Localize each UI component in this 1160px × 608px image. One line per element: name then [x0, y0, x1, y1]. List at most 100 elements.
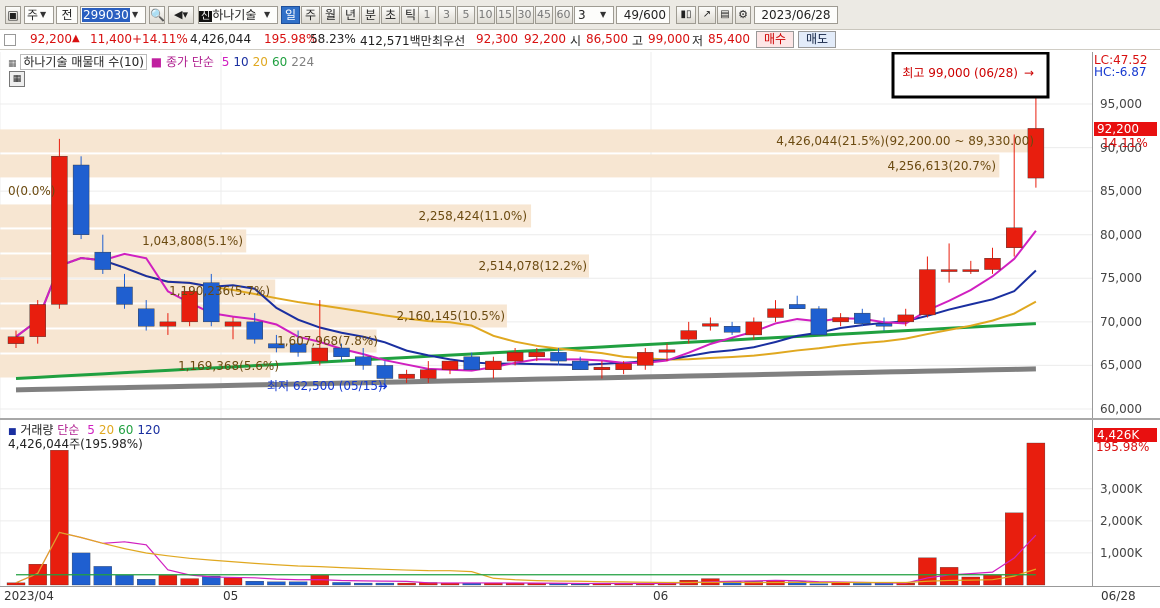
- count-input[interactable]: 49/600: [616, 6, 670, 24]
- save-icon[interactable]: ▤: [717, 6, 733, 24]
- high-note: 최고 99,000 (06/28): [902, 66, 1018, 80]
- candle[interactable]: [51, 138, 68, 309]
- market-select[interactable]: 주 ▼: [24, 6, 54, 24]
- ma-period-label: 20: [252, 55, 268, 69]
- candle[interactable]: [723, 321, 741, 335]
- candle[interactable]: [810, 306, 828, 336]
- candle[interactable]: [984, 247, 1001, 274]
- volume-bar[interactable]: [71, 552, 91, 586]
- candle[interactable]: [875, 317, 893, 331]
- volume-bar[interactable]: [288, 581, 308, 586]
- volume-bar[interactable]: [158, 575, 178, 586]
- volume-tick-label: 1,000K: [1100, 545, 1143, 560]
- volume-bar[interactable]: [6, 582, 26, 586]
- volume-bar[interactable]: [809, 583, 829, 586]
- candle[interactable]: [702, 317, 719, 331]
- interval-button[interactable]: 30: [515, 6, 534, 24]
- candle[interactable]: [116, 273, 133, 309]
- volume-bar[interactable]: [223, 577, 243, 586]
- candle[interactable]: [745, 317, 762, 340]
- ma-period-legend: 5 10 20 60 224: [218, 55, 314, 69]
- volume-bar[interactable]: [50, 450, 69, 586]
- date-axis[interactable]: 2023/04 05 06 06/28: [0, 586, 1160, 608]
- candle[interactable]: [940, 243, 958, 283]
- candle-body: [29, 304, 46, 337]
- volume-bar[interactable]: [397, 582, 416, 586]
- period-tab[interactable]: 분: [361, 6, 380, 24]
- interval-button[interactable]: 60: [554, 6, 573, 24]
- date-input[interactable]: 2023/06/28: [754, 6, 838, 24]
- search-icon[interactable]: 🔍: [149, 6, 165, 24]
- volume-bar[interactable]: [354, 582, 373, 586]
- candle-type-icon[interactable]: ▮▯: [676, 6, 696, 24]
- price-panel-title[interactable]: 하나기술 매물대 수(10): [20, 54, 147, 70]
- interval-button[interactable]: 15: [496, 6, 514, 24]
- candle-body: [159, 321, 177, 327]
- period-tab[interactable]: 년: [341, 6, 360, 24]
- candle[interactable]: [680, 321, 697, 344]
- date-label: 06: [653, 589, 669, 603]
- buy-button[interactable]: 매수: [756, 31, 794, 48]
- stock-code-value: 299030: [82, 8, 130, 22]
- interval-button[interactable]: 1: [418, 6, 436, 24]
- volume-bar[interactable]: [180, 578, 199, 586]
- candle-body: [246, 321, 263, 340]
- candle[interactable]: [72, 156, 90, 240]
- candle-body: [528, 352, 545, 357]
- candle[interactable]: [919, 256, 936, 318]
- speaker-icon[interactable]: ◀▾: [168, 6, 194, 24]
- candle[interactable]: [767, 300, 784, 322]
- candle[interactable]: [789, 295, 806, 309]
- view-select[interactable]: 전: [56, 6, 78, 24]
- volume-profile-label: 2,258,424(11.0%): [418, 209, 527, 223]
- volume-bar[interactable]: [267, 581, 286, 586]
- stock-code-input[interactable]: 299030 ▼: [80, 6, 146, 24]
- candle[interactable]: [485, 356, 502, 379]
- interval-button[interactable]: 3: [437, 6, 456, 24]
- gear-icon[interactable]: ⚙: [735, 6, 751, 24]
- current-price-tag: 92,200: [1094, 122, 1157, 136]
- candle[interactable]: [832, 313, 849, 327]
- volume-bar[interactable]: [853, 583, 872, 586]
- volume-chart[interactable]: [0, 420, 1092, 586]
- volume-bar[interactable]: [375, 582, 395, 586]
- volume-bar[interactable]: [137, 579, 156, 586]
- interval-button[interactable]: 10: [476, 6, 495, 24]
- candle-body: [224, 321, 242, 327]
- volume-bar[interactable]: [1026, 442, 1046, 586]
- candle[interactable]: [962, 260, 979, 274]
- candle-body: [441, 360, 459, 370]
- interval-button[interactable]: 45: [535, 6, 553, 24]
- price-chart[interactable]: 4,426,044(21.5%)(92,200.00 ~ 89,330.00) 4…: [0, 52, 1092, 418]
- interval-button[interactable]: 5: [457, 6, 475, 24]
- price-axis[interactable]: LC:47.52 HC:-6.87 95,000 90,000 85,000 80,0…: [1092, 52, 1160, 418]
- candle-body: [723, 326, 741, 333]
- period-tab[interactable]: 주: [301, 6, 320, 24]
- volume-bar[interactable]: [332, 582, 351, 586]
- open-price: 86,500: [586, 32, 628, 46]
- candle[interactable]: [1006, 134, 1023, 257]
- volume-bar[interactable]: [245, 581, 264, 586]
- volume-bar[interactable]: [571, 583, 590, 586]
- volume-bar[interactable]: [961, 576, 980, 586]
- candle[interactable]: [854, 308, 871, 327]
- volume-bar[interactable]: [115, 575, 134, 586]
- candle-body: [398, 373, 415, 379]
- drawing-tool-icon[interactable]: ↗: [698, 6, 716, 24]
- ma-legend-icon: ■: [150, 55, 163, 69]
- period-tab[interactable]: 월: [321, 6, 340, 24]
- volume-bar[interactable]: [93, 566, 112, 586]
- volume-axis[interactable]: 3,000K 2,000K 1,000K 4,426K 195.98%: [1092, 420, 1160, 586]
- interval-select[interactable]: 3 ▼: [574, 6, 614, 24]
- chevron-down-icon: ▼: [132, 10, 139, 19]
- period-tab[interactable]: 초: [381, 6, 400, 24]
- collapse-icon[interactable]: [4, 34, 16, 46]
- window-icon[interactable]: ▣: [5, 6, 21, 24]
- candle-body: [311, 347, 328, 362]
- period-tab[interactable]: 일: [281, 6, 300, 24]
- stock-name-field[interactable]: 신 하나기술 ▼: [198, 6, 278, 24]
- table-icon[interactable]: ▦: [9, 71, 25, 87]
- sell-button[interactable]: 매도: [798, 31, 836, 48]
- candle[interactable]: [441, 360, 459, 375]
- date-label: 05: [223, 589, 239, 603]
